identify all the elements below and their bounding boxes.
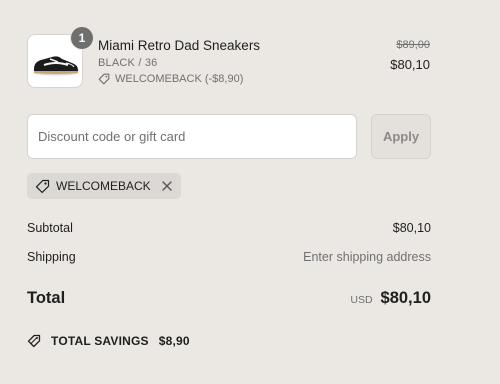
product-discount: WELCOMEBACK (-$8,90) xyxy=(98,73,243,85)
total-savings-label: TOTAL SAVINGS xyxy=(51,334,149,348)
applied-discount-chip: WELCOMEBACK xyxy=(27,173,181,199)
applied-discount-code: WELCOMEBACK xyxy=(56,179,151,193)
total-value: USD $80,10 xyxy=(350,289,431,308)
currency-code: USD xyxy=(350,294,373,306)
total-amount: $80,10 xyxy=(380,289,431,307)
remove-discount-close-icon[interactable] xyxy=(161,180,173,192)
tag-icon xyxy=(35,179,50,194)
apply-button[interactable]: Apply xyxy=(371,114,431,159)
product-name: Miami Retro Dad Sneakers xyxy=(98,38,261,53)
discount-code-input[interactable] xyxy=(27,114,357,159)
subtotal-value: $80,10 xyxy=(392,221,431,235)
product-discount-label: WELCOMEBACK (-$8,90) xyxy=(115,73,244,85)
total-savings-amount: $8,90 xyxy=(158,334,190,348)
tag-icon xyxy=(98,73,110,85)
original-price: $89,00 xyxy=(396,39,430,51)
shipping-label: Shipping xyxy=(27,250,76,264)
quantity-badge: 1 xyxy=(70,26,94,50)
product-variant: BLACK / 36 xyxy=(98,57,158,69)
total-label: Total xyxy=(27,289,66,307)
product-price: $80,10 xyxy=(390,57,430,72)
subtotal-label: Subtotal xyxy=(27,221,73,235)
savings-tag-icon xyxy=(27,333,43,349)
shipping-value: Enter shipping address xyxy=(303,250,431,264)
total-savings: TOTAL SAVINGS $8,90 xyxy=(27,333,190,349)
